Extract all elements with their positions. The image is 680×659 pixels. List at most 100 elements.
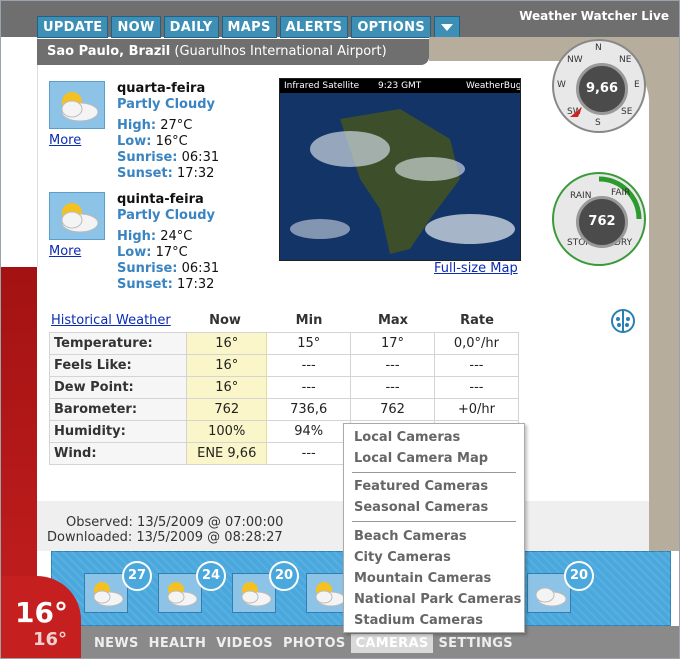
menu-item-local-camera-map[interactable]: Local Camera Map (354, 451, 488, 466)
nav-photos[interactable]: PHOTOS (278, 634, 351, 653)
current-temp-secondary: 16° (33, 629, 68, 650)
satellite-brand: WeatherBug (466, 81, 521, 91)
compass-label-n: N (595, 43, 602, 53)
forecast-day-name: quinta-feira (117, 192, 204, 207)
row-label: Dew Point: (48, 376, 188, 399)
table-row: Temperature: 16° 15° 17° 0,0°/hr (48, 332, 520, 355)
compass-label-w: W (557, 80, 566, 90)
menu-item-stadium-cameras[interactable]: Stadium Cameras (354, 613, 483, 628)
menu-options[interactable]: OPTIONS (351, 16, 431, 38)
forecast-more-link[interactable]: More (49, 133, 81, 148)
observed-time: Observed: 13/5/2009 @ 07:00:00 (66, 515, 284, 530)
app-window: UPDATE NOW DAILY MAPS ALERTS OPTIONS Wea… (0, 0, 680, 659)
cell-max: --- (350, 376, 435, 399)
menu-daily[interactable]: DAILY (163, 16, 219, 38)
main-menu: UPDATE NOW DAILY MAPS ALERTS OPTIONS (37, 16, 460, 38)
bottom-nav: NEWS HEALTH VIDEOS PHOTOS CAMERAS SETTIN… (89, 634, 518, 653)
row-label: Barometer: (48, 398, 188, 421)
wind-direction-arrow-icon (570, 107, 582, 117)
cell-min: 15° (266, 332, 352, 355)
forecast-condition: Partly Cloudy (117, 208, 215, 223)
cell-now: 100% (186, 420, 268, 443)
row-label: Humidity: (48, 420, 188, 443)
table-row: Dew Point: 16° --- --- --- (48, 376, 520, 399)
mini-forecast-temp: 27 (122, 561, 152, 591)
col-max: Max (377, 313, 409, 328)
mini-forecast-temp: 20 (564, 561, 594, 591)
cell-min: --- (266, 354, 352, 377)
cell-rate: 0,0°/hr (433, 332, 520, 355)
full-size-map-link[interactable]: Full-size Map (434, 261, 518, 276)
menu-divider (352, 521, 516, 522)
nav-videos[interactable]: VIDEOS (211, 634, 278, 653)
forecast-more-link[interactable]: More (49, 244, 81, 259)
col-rate: Rate (460, 313, 494, 328)
forecast-day-2: quinta-feira Partly Cloudy High: 24°C Lo… (49, 192, 279, 292)
wind-compass[interactable]: N NE E SE S SW W NW 9,66 (552, 39, 646, 133)
satellite-image (280, 79, 520, 260)
barometer-value: 762 (576, 196, 628, 248)
forecast-sunrise: Sunrise: 06:31 (117, 150, 220, 165)
forecast-sunset: Sunset: 17:32 (117, 277, 215, 292)
cell-max: --- (350, 354, 435, 377)
nav-cameras[interactable]: CAMERAS (350, 634, 434, 653)
compass-label-s: S (595, 118, 601, 128)
cell-now: 16° (186, 376, 268, 399)
menu-item-local-cameras[interactable]: Local Cameras (354, 430, 460, 445)
compass-label-nw: NW (567, 55, 583, 65)
menu-alerts[interactable]: ALERTS (279, 16, 349, 38)
forecast-high: High: 27°C (117, 118, 193, 133)
menu-item-featured-cameras[interactable]: Featured Cameras (354, 479, 488, 494)
menu-item-seasonal-cameras[interactable]: Seasonal Cameras (354, 500, 488, 515)
location-bar: Sao Paulo, Brazil (Guarulhos Internation… (37, 39, 429, 65)
menu-item-beach-cameras[interactable]: Beach Cameras (354, 529, 467, 544)
cell-min: --- (266, 376, 352, 399)
forecast-low: Low: 16°C (117, 134, 188, 149)
forecast-sunrise: Sunrise: 06:31 (117, 261, 220, 276)
location-city: Sao Paulo, Brazil (47, 44, 171, 59)
cell-now: 16° (186, 332, 268, 355)
barometer-gauge[interactable]: RAIN FAIR STORM DRY 762 (552, 172, 646, 266)
cell-max: 17° (350, 332, 435, 355)
satellite-label: Infrared Satellite (284, 81, 360, 91)
forecast-condition: Partly Cloudy (117, 97, 215, 112)
forecast-high: High: 24°C (117, 229, 193, 244)
partly-cloudy-icon (49, 81, 105, 129)
partly-cloudy-icon (93, 582, 124, 607)
cell-max: 762 (350, 398, 435, 421)
row-label: Feels Like: (48, 354, 188, 377)
menu-now[interactable]: NOW (111, 16, 161, 38)
nav-settings[interactable]: SETTINGS (433, 634, 517, 653)
chevron-down-icon[interactable] (434, 16, 460, 38)
row-label: Temperature: (48, 332, 188, 355)
menu-item-national-park-cameras[interactable]: National Park Cameras (354, 592, 521, 607)
cameras-dropdown: Local Cameras Local Camera Map Featured … (343, 423, 525, 633)
app-title: Weather Watcher Live (519, 9, 669, 23)
menu-update[interactable]: UPDATE (37, 16, 109, 38)
satellite-map[interactable]: Infrared Satellite 9:23 GMT WeatherBug (279, 78, 521, 261)
cell-rate: --- (433, 376, 520, 399)
col-now: Now (209, 313, 241, 328)
compass-label-e: E (634, 80, 640, 90)
left-panel (1, 37, 38, 267)
menu-maps[interactable]: MAPS (221, 16, 277, 38)
forecast-low: Low: 17°C (117, 245, 188, 260)
nav-health[interactable]: HEALTH (144, 634, 212, 653)
forecast-sunset: Sunset: 17:32 (117, 166, 215, 181)
downloaded-time: Downloaded: 13/5/2009 @ 08:28:27 (47, 530, 283, 545)
menu-divider (352, 472, 516, 473)
table-row: Feels Like: 16° --- --- --- (48, 354, 520, 377)
partly-cloudy-icon (167, 582, 198, 607)
partly-cloudy-icon (49, 192, 105, 240)
ladybug-icon[interactable] (609, 306, 637, 334)
cell-min: 736,6 (266, 398, 352, 421)
barometer-label-fair: FAIR (611, 188, 631, 198)
row-label: Wind: (48, 442, 188, 465)
cell-rate: --- (433, 354, 520, 377)
cell-now: ENE 9,66 (186, 442, 268, 465)
historical-weather-link[interactable]: Historical Weather (51, 313, 171, 328)
nav-news[interactable]: NEWS (89, 634, 144, 653)
satellite-header: Infrared Satellite 9:23 GMT WeatherBug (280, 79, 520, 93)
menu-item-mountain-cameras[interactable]: Mountain Cameras (354, 571, 491, 586)
menu-item-city-cameras[interactable]: City Cameras (354, 550, 451, 565)
